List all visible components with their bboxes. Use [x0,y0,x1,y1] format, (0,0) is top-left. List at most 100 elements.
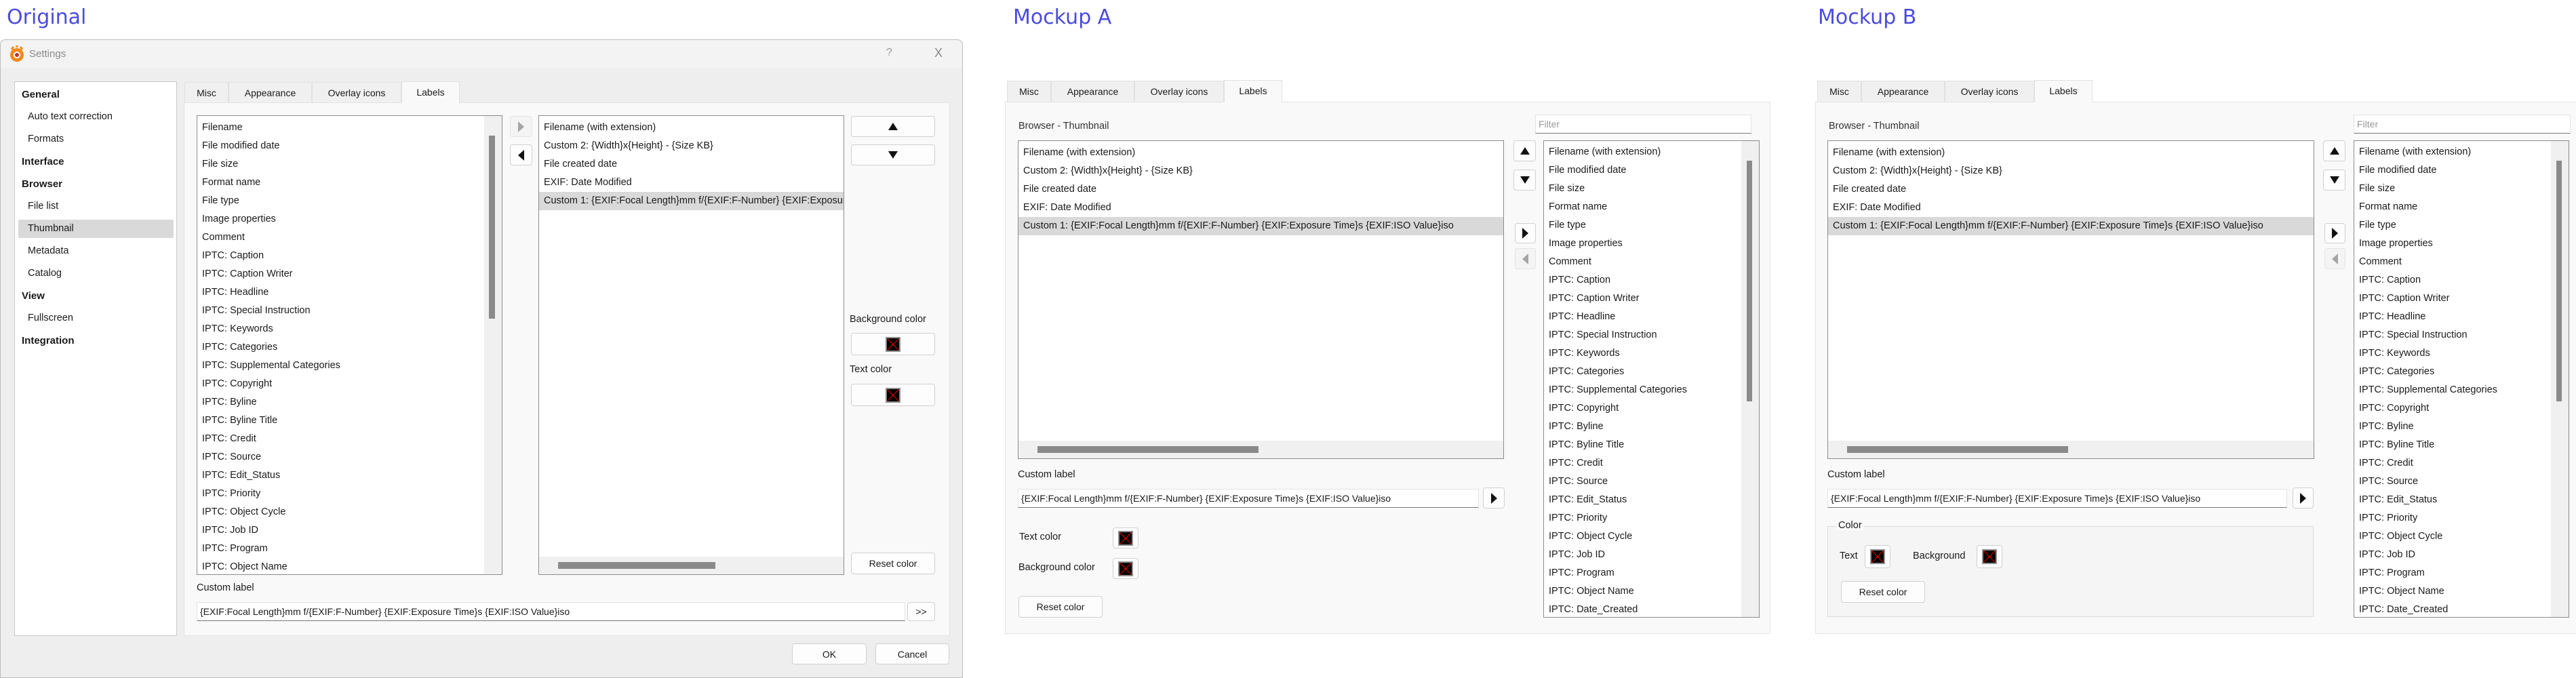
tab-appearance[interactable]: Appearance [229,82,312,103]
list-item[interactable]: IPTC: Source [2354,473,2569,491]
list-item[interactable]: Custom 1: {EXIF:Focal Length}mm f/{EXIF:… [1018,217,1503,235]
list-item[interactable]: Filename (with extension) [2354,143,2569,161]
list-item[interactable]: IPTC: Supplemental Categories [197,357,502,375]
horizontal-scrollbar[interactable] [1037,446,1259,453]
list-item[interactable]: Custom 1: {EXIF:Focal Length}mm f/{EXIF:… [1828,217,2314,235]
list-item[interactable]: IPTC: Byline [2354,418,2569,436]
list-item[interactable]: IPTC: Job ID [1544,546,1759,564]
list-item[interactable]: File created date [1018,180,1503,199]
list-item[interactable]: File size [1544,180,1759,198]
list-item[interactable]: File size [2354,180,2569,198]
list-item[interactable]: IPTC: Job ID [197,521,502,540]
list-item[interactable]: IPTC: Program [2354,564,2569,582]
list-item[interactable]: Image properties [197,210,502,228]
list-item[interactable]: IPTC: Credit [1544,454,1759,473]
list-item[interactable]: IPTC: Keywords [1544,344,1759,363]
vertical-scrollbar[interactable] [2556,161,2562,401]
list-item[interactable]: IPTC: Copyright [1544,399,1759,418]
list-item[interactable]: Comment [197,228,502,247]
list-item[interactable]: IPTC: Edit_Status [1544,491,1759,509]
list-item[interactable]: IPTC: Byline Title [2354,436,2569,454]
list-item[interactable]: Format name [1544,198,1759,216]
list-item[interactable]: Filename (with extension) [1018,144,1503,162]
list-item[interactable]: IPTC: Program [197,540,502,558]
add-field-button[interactable] [2324,248,2345,269]
list-item[interactable]: IPTC: Job ID [2354,546,2569,564]
background-color-button[interactable] [851,333,935,355]
list-item[interactable]: EXIF: Date Modified [539,174,844,192]
remove-field-button[interactable] [2324,223,2345,243]
close-button[interactable]: X [934,46,943,60]
list-item[interactable]: IPTC: Special Instruction [2354,326,2569,344]
list-item[interactable]: IPTC: Copyright [197,375,502,393]
list-item[interactable]: IPTC: Keywords [197,320,502,338]
list-item[interactable]: Custom 2: {Width}x{Height} - {Size KB} [539,137,844,155]
insert-field-button[interactable] [2293,487,2314,509]
list-item[interactable]: IPTC: Source [197,448,502,466]
insert-field-button[interactable]: >> [907,602,935,621]
text-color-button[interactable] [1865,545,1890,568]
list-item[interactable]: IPTC: Edit_Status [197,466,502,485]
vertical-scrollbar[interactable] [489,136,495,319]
background-color-button[interactable] [1113,558,1138,579]
list-item[interactable]: IPTC: Headline [197,283,502,302]
list-item[interactable]: IPTC: Caption Writer [2354,290,2569,308]
list-item[interactable]: IPTC: Headline [1544,308,1759,326]
list-item[interactable]: IPTC: Credit [2354,454,2569,473]
tab-appearance[interactable]: Appearance [1051,81,1134,102]
background-color-button[interactable] [1977,545,2002,568]
list-item[interactable]: Image properties [1544,235,1759,253]
ok-button[interactable]: OK [792,643,867,664]
list-item[interactable]: IPTC: Caption [1544,271,1759,290]
list-item[interactable]: Image properties [2354,235,2569,253]
list-item[interactable]: File type [2354,216,2569,235]
tab-labels[interactable]: Labels [2034,80,2093,102]
selected-fields-list[interactable]: Custom 1: {EXIF:Focal Length}mm f/{EXIF:… [538,115,844,575]
vertical-scrollbar[interactable] [1747,161,1752,401]
sidebar-item-general[interactable]: General [18,85,174,104]
list-item[interactable]: Comment [1544,253,1759,271]
move-up-button[interactable] [2323,140,2345,161]
list-item[interactable]: IPTC: Byline [197,393,502,412]
tab-labels[interactable]: Labels [1224,80,1282,102]
selected-fields-list[interactable]: Custom 1: {EXIF:Focal Length}mm f/{EXIF:… [1827,140,2314,459]
list-item[interactable]: IPTC: Object Name [2354,582,2569,601]
list-item[interactable]: IPTC: Object Cycle [197,503,502,521]
list-item[interactable]: IPTC: Date_Created [2354,601,2569,617]
selected-fields-list[interactable]: Custom 1: {EXIF:Focal Length}mm f/{EXIF:… [1018,140,1504,459]
cancel-button[interactable]: Cancel [875,643,949,664]
move-down-button[interactable] [2323,170,2345,191]
available-fields-list[interactable]: IPTC: Date_Created IPTC: Object Name IPTC:… [2354,140,2569,618]
add-field-button[interactable] [510,116,532,137]
list-item[interactable]: IPTC: Program [1544,564,1759,582]
tab-misc[interactable]: Misc [1817,81,1861,102]
list-item[interactable]: File created date [539,155,844,174]
list-item[interactable]: File type [197,192,502,210]
tab-overlay-icons[interactable]: Overlay icons [1134,81,1224,102]
move-down-button[interactable] [851,144,935,165]
reset-color-button[interactable]: Reset color [851,553,935,574]
list-item[interactable]: IPTC: Object Cycle [1544,527,1759,546]
list-item[interactable]: IPTC: Priority [2354,509,2569,527]
list-item[interactable]: EXIF: Date Modified [1018,199,1503,217]
add-field-button[interactable] [1515,248,1536,269]
text-color-button[interactable] [1113,527,1138,549]
list-item[interactable]: IPTC: Special Instruction [1544,326,1759,344]
sidebar-item-browser[interactable]: Browser [18,175,174,193]
sidebar-item-view[interactable]: View [18,287,174,305]
sidebar-item-thumbnail[interactable]: Thumbnail [18,220,174,238]
list-item[interactable]: IPTC: Categories [2354,363,2569,381]
list-item[interactable]: IPTC: Keywords [2354,344,2569,363]
available-fields-list[interactable]: IPTC: Date_Created IPTC: Object Name IPTC:… [1543,140,1760,618]
tab-labels[interactable]: Labels [401,81,460,104]
list-item[interactable]: IPTC: Object Name [1544,582,1759,601]
list-item[interactable]: Filename (with extension) [1544,143,1759,161]
tab-overlay-icons[interactable]: Overlay icons [1945,81,2034,102]
sidebar-item-auto-text-correction[interactable]: Auto text correction [18,108,174,126]
list-item[interactable]: IPTC: Headline [2354,308,2569,326]
list-item[interactable]: File modified date [2354,161,2569,180]
sidebar-item-integration[interactable]: Integration [18,332,174,350]
horizontal-scrollbar[interactable] [1847,446,2068,453]
list-item[interactable]: IPTC: Special Instruction [197,302,502,320]
list-item[interactable]: File size [197,155,502,174]
